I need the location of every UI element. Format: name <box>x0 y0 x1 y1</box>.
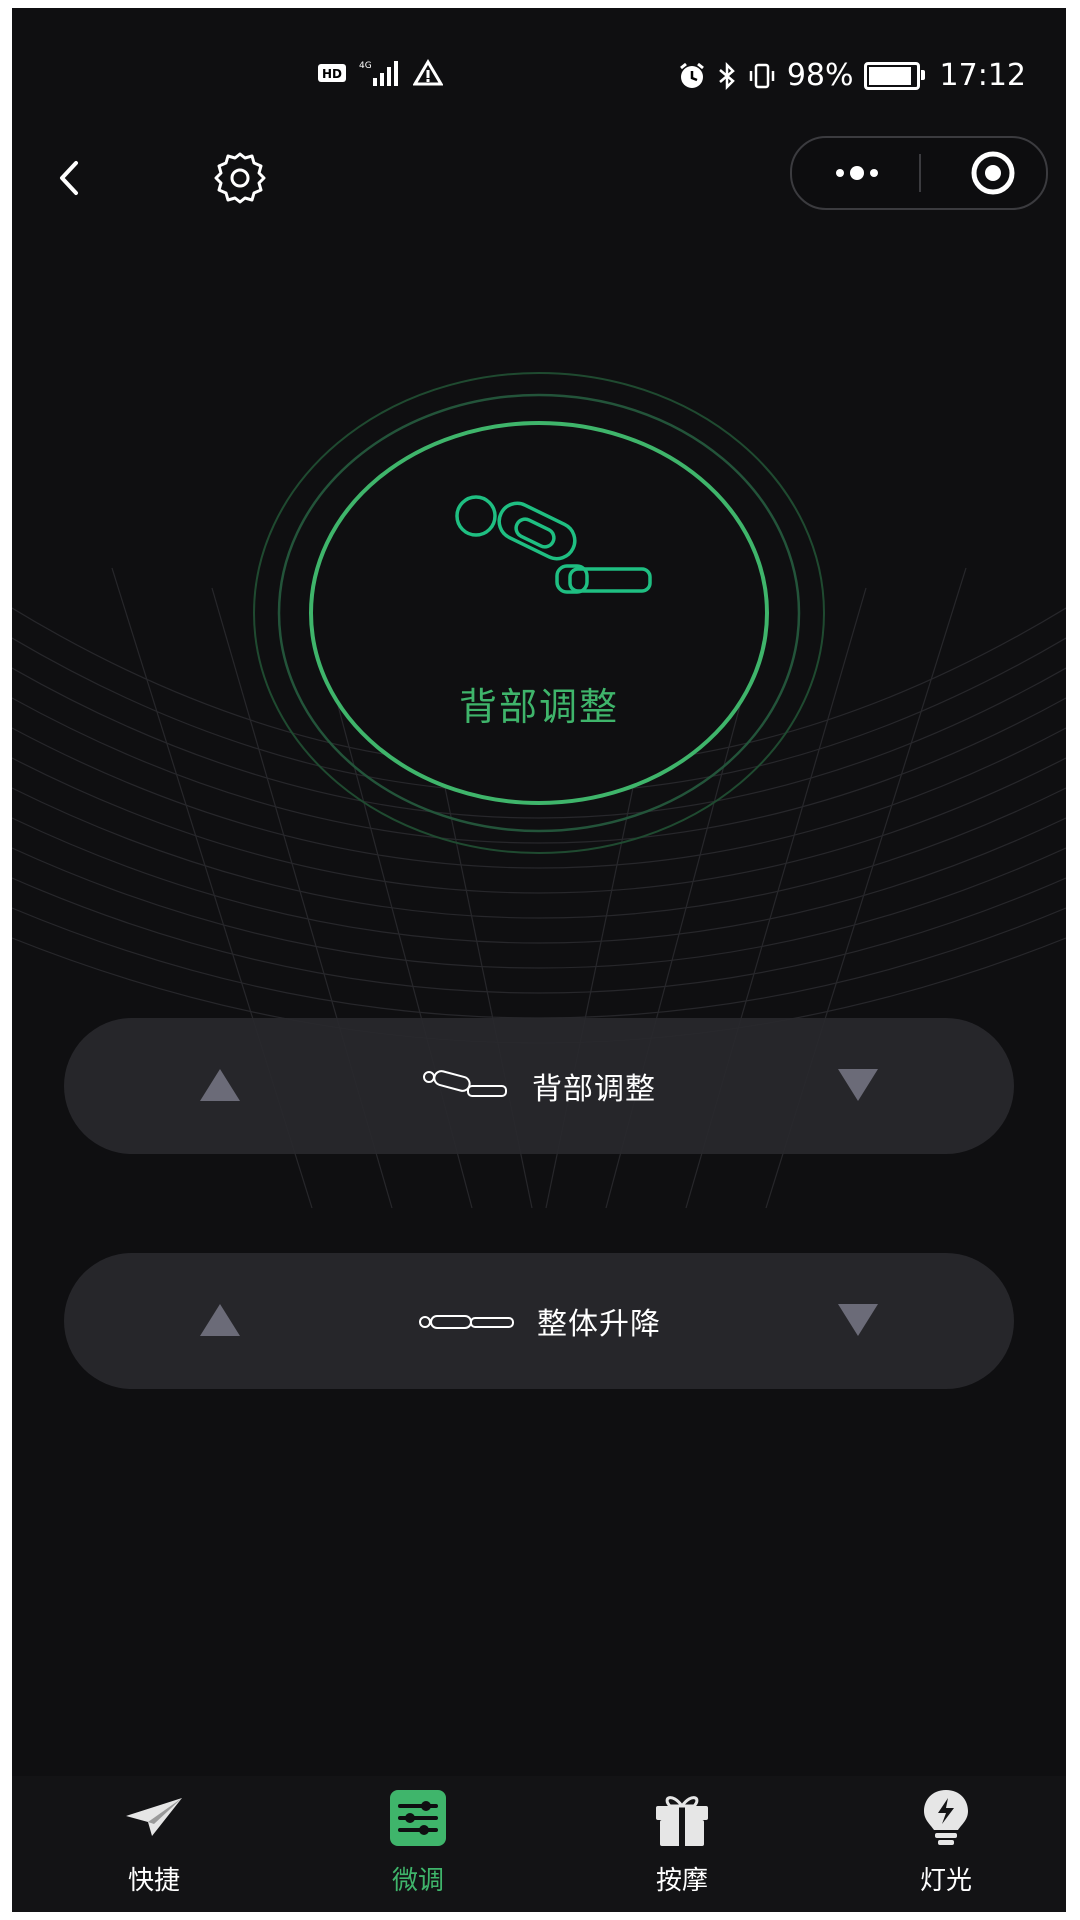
clock: 17:12 <box>939 58 1026 93</box>
height-adjust-panel: 整体升降 <box>64 1253 1014 1389</box>
svg-text:4G: 4G <box>359 61 372 71</box>
hero-label: 背部调整 <box>458 685 619 729</box>
warning-icon <box>413 59 443 87</box>
height-down-button[interactable] <box>836 1300 880 1340</box>
tab-massage[interactable]: 按摩 <box>612 1786 752 1906</box>
hero-ring <box>253 372 825 854</box>
close-button[interactable] <box>970 150 1016 196</box>
triangle-down-icon <box>838 1069 878 1101</box>
more-dots-icon <box>836 166 878 180</box>
tab-bar: 快捷 微调 按摩 灯光 <box>12 1776 1066 1912</box>
tab-shortcut-label: 快捷 <box>127 1866 180 1896</box>
tab-lighting[interactable]: 灯光 <box>876 1786 1016 1906</box>
tab-fine-tune[interactable]: 微调 <box>348 1786 488 1906</box>
bluetooth-icon <box>717 61 737 91</box>
settings-button[interactable] <box>212 150 268 206</box>
back-adjust-panel: 背部调整 <box>64 1018 1014 1154</box>
status-left: HD 4G <box>317 58 443 88</box>
tab-shortcut[interactable]: 快捷 <box>84 1786 224 1906</box>
bed-flat-small-icon <box>419 1315 514 1329</box>
back-adjust-label: 背部调整 <box>532 1072 656 1107</box>
hd-icon: HD <box>317 61 347 85</box>
tab-massage-label: 按摩 <box>655 1866 708 1896</box>
height-adjust-label: 整体升降 <box>537 1307 661 1342</box>
capsule-divider <box>919 154 921 192</box>
status-right: 98% 17:12 <box>677 58 1026 93</box>
more-button[interactable] <box>822 153 892 193</box>
gear-icon <box>214 152 266 204</box>
lightbulb-icon <box>914 1786 978 1850</box>
back-button[interactable] <box>50 153 90 203</box>
battery-percent: 98% <box>786 58 854 93</box>
nav-bar <box>12 128 1066 228</box>
tab-lighting-label: 灯光 <box>919 1866 972 1896</box>
miniapp-capsule <box>790 136 1048 210</box>
alarm-icon <box>677 61 707 91</box>
svg-text:HD: HD <box>322 67 342 81</box>
status-bar: HD 4G 98% 17:12 <box>12 48 1066 108</box>
target-circle-icon <box>971 151 1015 195</box>
signal-icon: 4G <box>357 58 403 88</box>
app-screen: HD 4G 98% 17:12 背部调整 背部调整 整体升降 快捷 微调 按摩 … <box>12 8 1066 1912</box>
paper-plane-icon <box>122 1786 186 1850</box>
battery-icon <box>863 61 925 90</box>
chevron-left-icon <box>60 161 78 195</box>
triangle-down-icon <box>838 1304 878 1336</box>
sliders-icon <box>386 1786 450 1850</box>
gift-icon <box>650 1786 714 1850</box>
tab-fine-tune-label: 微调 <box>391 1866 444 1896</box>
back-down-button[interactable] <box>836 1065 880 1105</box>
bed-back-small-icon <box>423 1070 507 1097</box>
vibrate-icon <box>747 61 777 91</box>
